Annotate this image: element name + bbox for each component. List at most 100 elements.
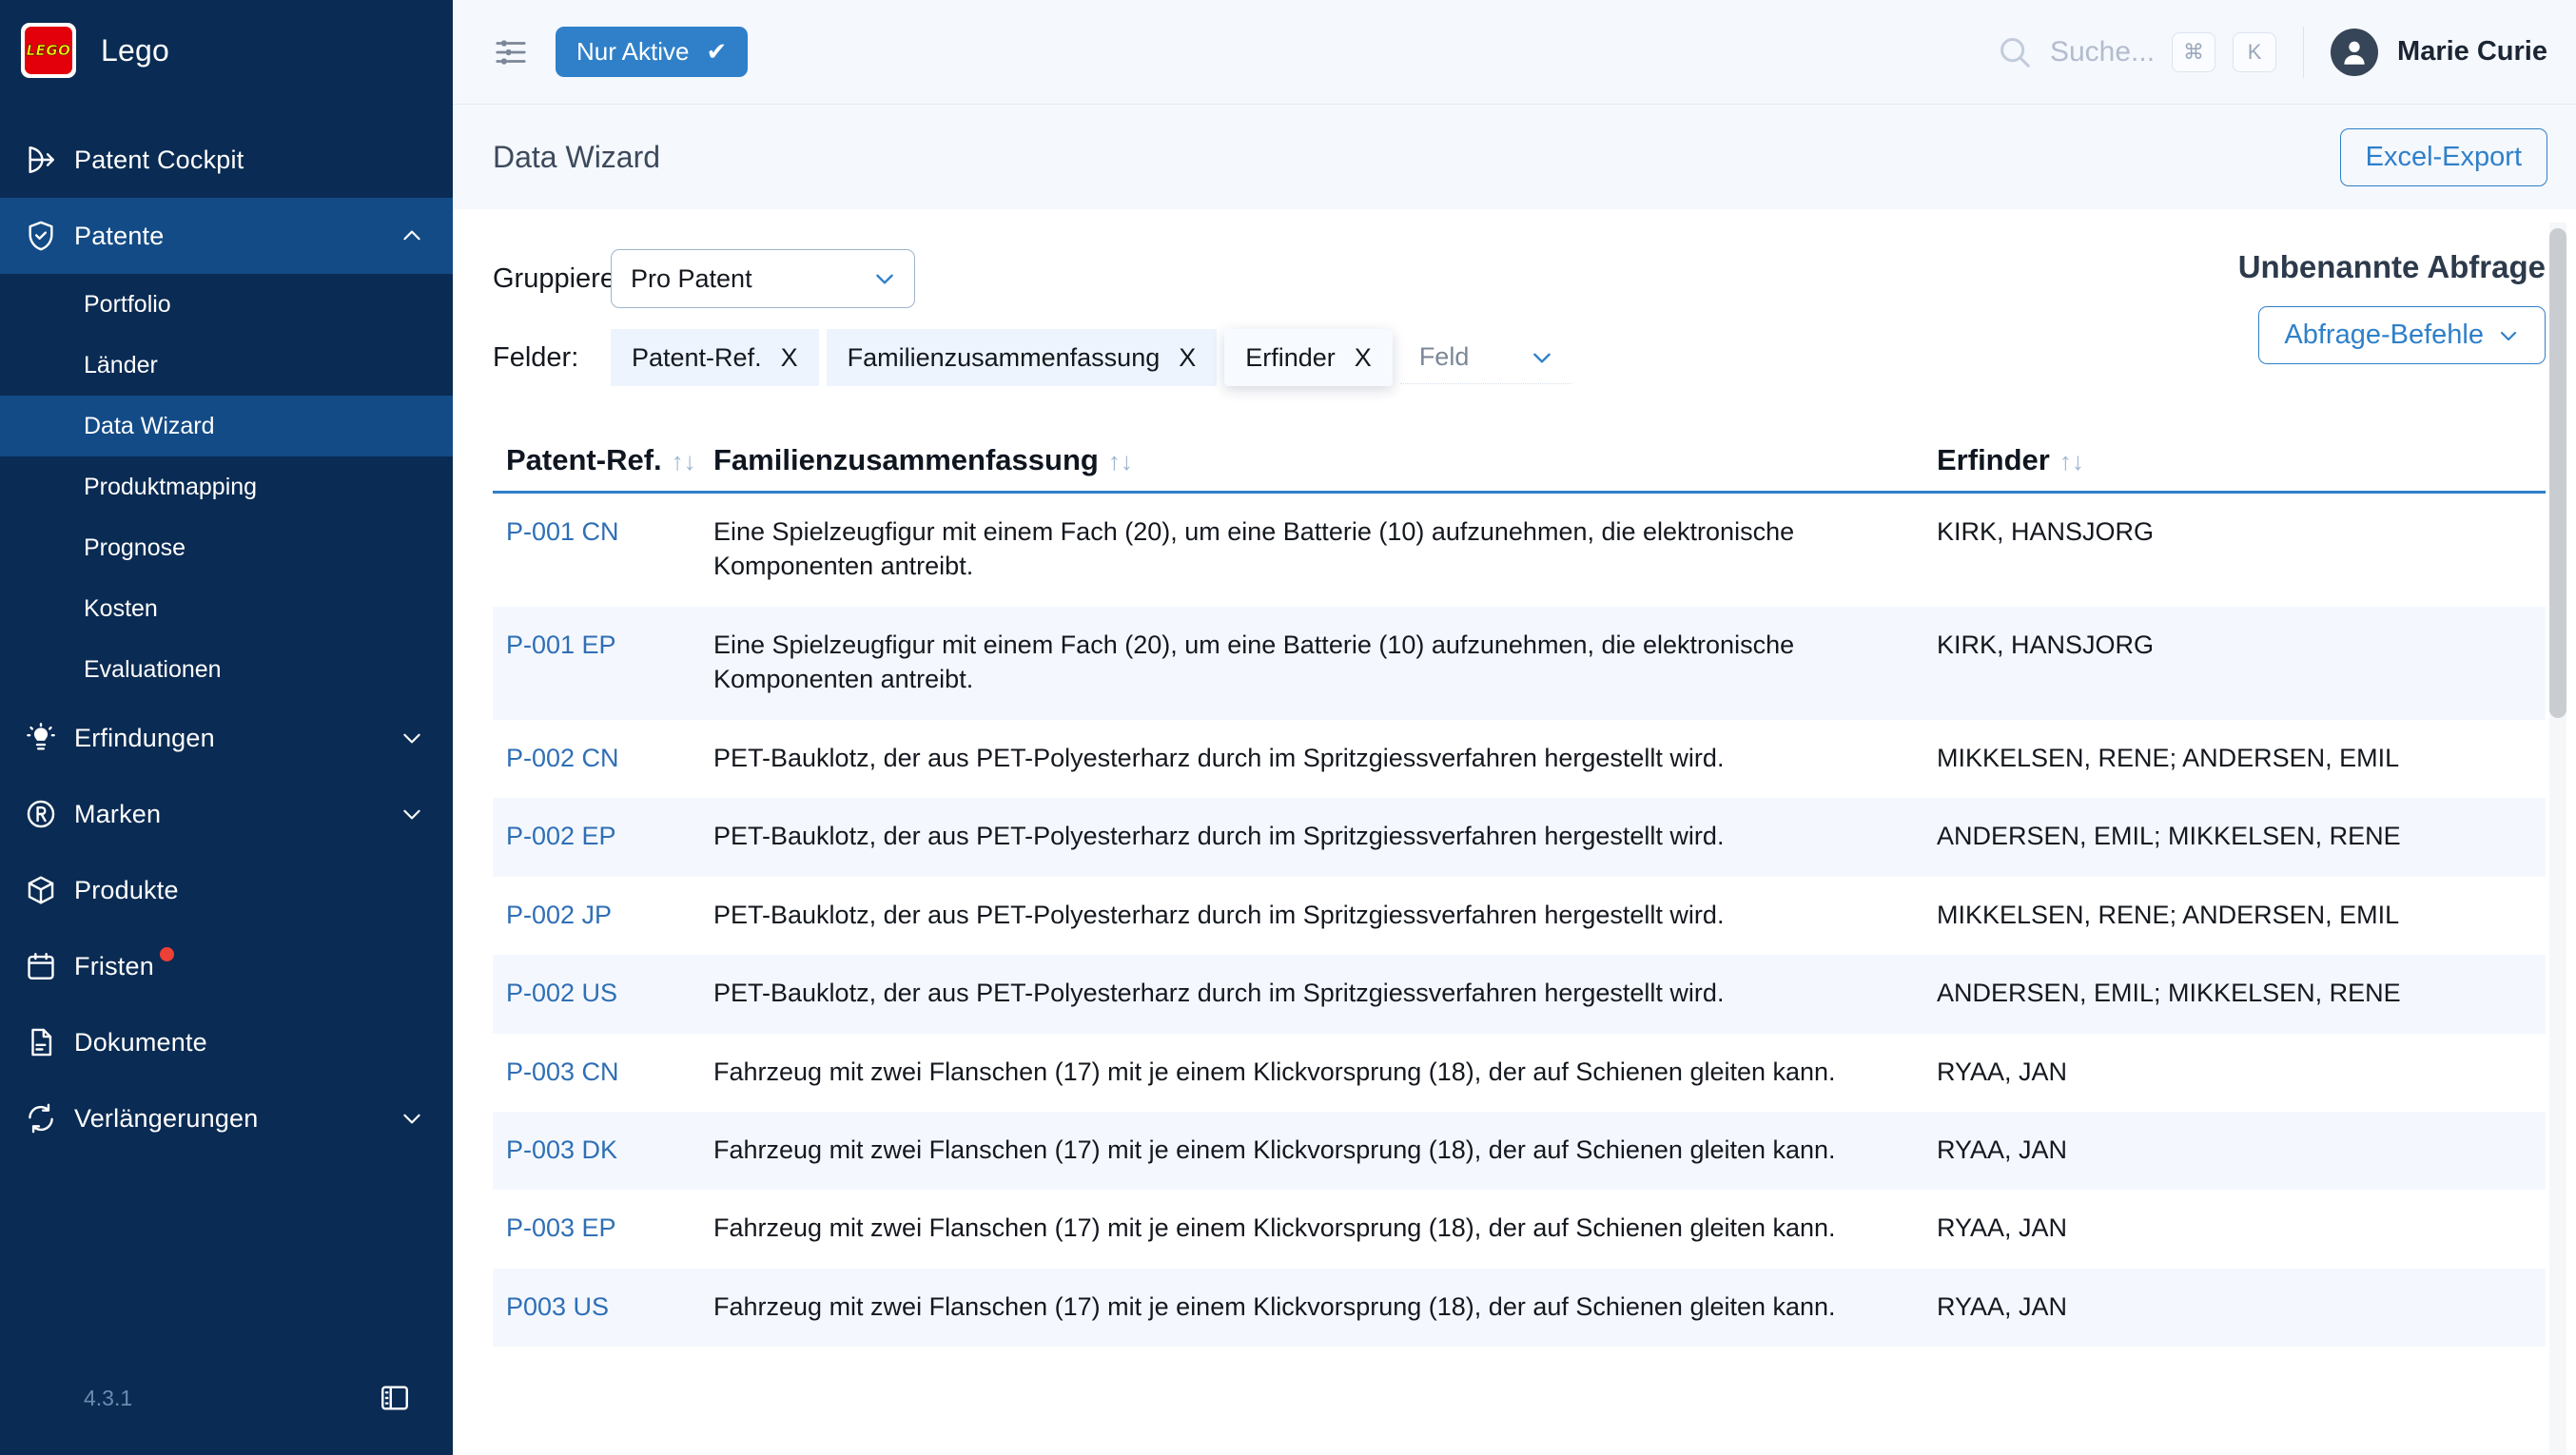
chevron-down-icon[interactable] [400, 802, 424, 826]
field-chip-familienzusammenfassung[interactable]: Familienzusammenfassung X [827, 329, 1218, 386]
chevron-down-icon[interactable] [400, 1106, 424, 1131]
chevron-down-icon[interactable] [400, 726, 424, 750]
patent-ref-link[interactable]: P-001 CN [506, 517, 619, 546]
box-icon [25, 874, 74, 906]
table-row[interactable]: P003 US Fahrzeug mit zwei Flanschen (17) … [493, 1269, 2546, 1347]
query-commands-label: Abfrage-Befehle [2284, 320, 2484, 351]
sidebar-item-produktmapping[interactable]: Produktmapping [0, 456, 453, 517]
sort-icon[interactable]: ↑↓ [672, 447, 696, 475]
patent-ref-link[interactable]: P-003 EP [506, 1213, 616, 1242]
patent-ref-link[interactable]: P-002 EP [506, 822, 616, 850]
sidebar-subitem-label: Data Wizard [84, 413, 215, 440]
inventor-cell: KIRK, HANSJORG [1937, 493, 2546, 607]
sidebar-item-marken[interactable]: Marken [0, 776, 453, 852]
patent-ref-link[interactable]: P-002 US [506, 979, 617, 1007]
kbd-cmd: ⌘ [2172, 32, 2215, 72]
column-header-familienzusammenfassung[interactable]: Familienzusammenfassung↑↓ [713, 443, 1937, 493]
inventor-cell: RYAA, JAN [1937, 1112, 2546, 1190]
search-input[interactable]: Suche... ⌘ K [1997, 32, 2276, 72]
check-icon: ✔ [707, 37, 728, 67]
summary-cell: Eine Spielzeugfigur mit einem Fach (20),… [713, 607, 1937, 720]
group-by-value: Pro Patent [631, 264, 752, 294]
vertical-scrollbar[interactable] [2549, 223, 2566, 1455]
sidebar-item-patent-cockpit[interactable]: Patent Cockpit [0, 122, 453, 198]
document-icon [25, 1026, 74, 1058]
field-chip-erfinder[interactable]: Erfinder X [1224, 329, 1393, 386]
table-row[interactable]: P-003 DKFahrzeug mit zwei Flanschen (17)… [493, 1112, 2546, 1190]
sidebar-item-label: Verlängerungen [74, 1104, 258, 1134]
chip-label: Patent-Ref. [632, 343, 762, 373]
sidebar-item-verlaengerungen[interactable]: Verlängerungen [0, 1080, 453, 1156]
summary-cell: PET-Bauklotz, der aus PET-Polyesterharz … [713, 720, 1937, 798]
chevron-up-icon[interactable] [400, 223, 424, 248]
table-row[interactable]: P-003 CN Fahrzeug mit zwei Flanschen (17)… [493, 1034, 2546, 1112]
query-commands-button[interactable]: Abfrage-Befehle [2258, 306, 2546, 364]
user-avatar-icon [2338, 36, 2371, 68]
sort-icon[interactable]: ↑↓ [2059, 447, 2084, 475]
field-chip-patent-ref[interactable]: Patent-Ref. X [611, 329, 819, 386]
sidebar-item-label: Marken [74, 800, 161, 829]
sidebar-item-evaluationen[interactable]: Evaluationen [0, 639, 453, 700]
patent-ref-link[interactable]: P-003 CN [506, 1057, 619, 1086]
sidebar-item-portfolio[interactable]: Portfolio [0, 274, 453, 335]
sidebar-item-produkte[interactable]: Produkte [0, 852, 453, 928]
bow-arrow-icon [25, 144, 74, 176]
sidebar-item-dokumente[interactable]: Dokumente [0, 1004, 453, 1080]
column-header-patent-ref[interactable]: Patent-Ref. ↑↓ [493, 443, 713, 493]
patent-ref-link[interactable]: P-002 JP [506, 901, 612, 929]
summary-cell: Fahrzeug mit zwei Flanschen (17) mit je … [713, 1034, 1937, 1112]
chip-label: Familienzusammenfassung [848, 343, 1161, 373]
table-row[interactable]: P-002 USPET-Bauklotz, der aus PET-Polyes… [493, 955, 2546, 1033]
scrollbar-thumb[interactable] [2549, 228, 2566, 718]
summary-cell: PET-Bauklotz, der aus PET-Polyesterharz … [713, 877, 1937, 955]
table-row[interactable]: P-001 CNEine Spielzeugfigur mit einem Fa… [493, 493, 2546, 607]
table-row[interactable]: P-002 JP PET-Bauklotz, der aus PET-Polyes… [493, 877, 2546, 955]
inventor-cell: RYAA, JAN [1937, 1190, 2546, 1268]
excel-export-button[interactable]: Excel-Export [2340, 128, 2547, 186]
inventor-cell: KIRK, HANSJORG [1937, 607, 2546, 720]
patent-ref-link[interactable]: P003 US [506, 1292, 609, 1321]
sidebar-collapse-icon[interactable] [379, 1382, 411, 1414]
fields-row: Felder: Patent-Ref. X Familienzusammenfa… [493, 329, 2238, 386]
close-icon[interactable]: X [1179, 343, 1196, 373]
column-label: Erfinder [1937, 443, 2050, 476]
page-title: Data Wizard [493, 140, 660, 175]
table-row[interactable]: P-002 EPPET-Bauklotz, der aus PET-Polyes… [493, 798, 2546, 876]
kbd-k: K [2233, 32, 2276, 72]
column-header-erfinder[interactable]: Erfinder ↑↓ [1937, 443, 2546, 493]
table-head: Patent-Ref.↑↓ Familienzusammenfassung↑↓ … [493, 443, 2546, 493]
group-by-select[interactable]: Pro Patent [611, 249, 915, 308]
add-field-select[interactable]: Feld [1400, 331, 1571, 384]
sort-icon[interactable]: ↑↓ [1108, 447, 1133, 475]
close-icon[interactable]: X [1355, 343, 1372, 373]
patent-ref-link[interactable]: P-002 CN [506, 744, 619, 772]
table-row[interactable]: P-003 EPFahrzeug mit zwei Flanschen (17)… [493, 1190, 2546, 1268]
sidebar-item-patente[interactable]: Patente [0, 198, 453, 274]
sidebar-item-fristen[interactable]: Fristen [0, 928, 453, 1004]
sidebar-item-laender[interactable]: Länder [0, 335, 453, 396]
notification-badge [160, 947, 174, 961]
patent-ref-link[interactable]: P-003 DK [506, 1135, 617, 1164]
page-header: Data Wizard Excel-Export [453, 105, 2576, 209]
sidebar-item-label: Erfindungen [74, 724, 215, 753]
table-row[interactable]: P-002 CN PET-Bauklotz, der aus PET-Polyes… [493, 720, 2546, 798]
sidebar-subitem-label: Länder [84, 352, 158, 379]
sidebar-subitem-label: Produktmapping [84, 474, 257, 501]
table-row[interactable]: P-001 EP Eine Spielzeugfigur mit einem Fa… [493, 607, 2546, 720]
sidebar-item-data-wizard[interactable]: Data Wizard [0, 396, 453, 456]
summary-cell: Fahrzeug mit zwei Flanschen (17) mit je … [713, 1269, 1937, 1347]
user-menu[interactable]: Marie Curie [2331, 29, 2547, 76]
brand[interactable]: LEGO Lego [0, 0, 453, 101]
filter-nur-aktive-button[interactable]: Nur Aktive ✔ [556, 27, 748, 77]
table-body: P-001 CN Eine Spielzeugfigur mit einem Fa… [493, 493, 2546, 1348]
sidebar-item-prognose[interactable]: Prognose [0, 517, 453, 578]
group-by-row: Gruppieren: Pro Patent [493, 249, 2238, 308]
lightbulb-icon [25, 722, 74, 754]
patent-ref-link[interactable]: P-001 EP [506, 630, 616, 659]
sidebar-item-kosten[interactable]: Kosten [0, 578, 453, 639]
inventor-cell: RYAA, JAN [1937, 1034, 2546, 1112]
sidebar-item-erfindungen[interactable]: Erfindungen [0, 700, 453, 776]
close-icon[interactable]: X [781, 343, 798, 373]
sliders-icon[interactable] [493, 34, 529, 70]
column-label: Patent-Ref. [506, 443, 662, 476]
